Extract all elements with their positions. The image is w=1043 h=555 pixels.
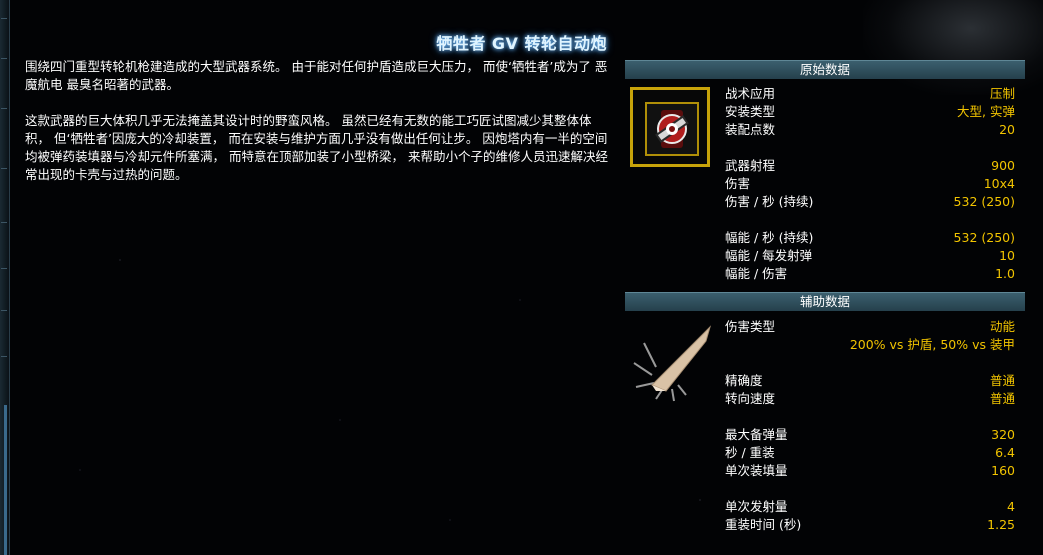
stat-row: 伤害类型 动能 [725, 318, 1015, 336]
stat-value: 10 [999, 248, 1015, 263]
stat-value: 6.4 [995, 445, 1015, 460]
stat-label: 武器射程 [725, 158, 776, 173]
stat-label: 转向速度 [725, 391, 776, 406]
stat-row: 幅能 / 秒 (持续) 532 (250) [725, 229, 1015, 247]
secondary-data-header: 辅助数据 [625, 292, 1025, 311]
stat-row: 装配点数 20 [725, 121, 1015, 139]
stat-value: 大型, 实弹 [957, 104, 1015, 119]
stat-label: 精确度 [725, 373, 763, 388]
stat-label: 最大备弹量 [725, 427, 788, 442]
stat-row: 单次装填量 160 [725, 462, 1015, 480]
stat-value: 532 (250) [953, 230, 1015, 245]
stat-label: 幅能 / 每发射弹 [725, 248, 813, 263]
primary-stats: 战术应用 压制 安装类型 大型, 实弹 装配点数 20 武器射程 900 伤害 10x4 … [725, 85, 1015, 283]
stat-row: 转向速度 普通 [725, 390, 1015, 408]
stat-value: 10x4 [983, 176, 1015, 191]
stat-row: 武器射程 900 [725, 157, 1015, 175]
stat-label: 战术应用 [725, 86, 776, 101]
stat-row: 安装类型 大型, 实弹 [725, 103, 1015, 121]
stat-row: 伤害 10x4 [725, 175, 1015, 193]
primary-data-header: 原始数据 [625, 60, 1025, 79]
stat-label: 秒 / 重装 [725, 445, 775, 460]
stat-value: 532 (250) [953, 194, 1015, 209]
left-scroll-edge [0, 0, 10, 555]
weapon-description: 围绕四门重型转轮机枪建造成的大型武器系统。 由于能对任何护盾造成巨大压力， 而使… [25, 58, 610, 202]
stat-value: 压制 [989, 86, 1015, 101]
turret-weapon-icon [630, 87, 710, 167]
stat-label: 重装时间 (秒) [725, 517, 802, 532]
stat-value: 320 [991, 427, 1015, 442]
stat-row: 单次发射量 4 [725, 498, 1015, 516]
stat-value: 普通 [989, 373, 1015, 388]
stat-value: 1.0 [995, 266, 1015, 281]
stat-label: 幅能 / 秒 (持续) [725, 230, 814, 245]
ship-silhouette-decoration [863, 0, 1043, 95]
damage-type-label: 伤害类型 [725, 319, 776, 334]
stat-value: 1.25 [987, 517, 1015, 532]
stat-value: 4 [1007, 499, 1015, 514]
stat-label: 伤害 [725, 176, 751, 191]
stat-row: 战术应用 压制 [725, 85, 1015, 103]
secondary-stats: 伤害类型 动能 200% vs 护盾, 50% vs 装甲 精确度 普通 转向速度普… [725, 318, 1015, 534]
description-paragraph: 围绕四门重型转轮机枪建造成的大型武器系统。 由于能对任何护盾造成巨大压力， 而使… [25, 59, 608, 92]
damage-type-value: 动能 [989, 319, 1015, 334]
stat-row: 幅能 / 每发射弹 10 [725, 247, 1015, 265]
stat-value: 900 [991, 158, 1015, 173]
stat-row: 200% vs 护盾, 50% vs 装甲 [725, 336, 1015, 354]
stat-row: 精确度 普通 [725, 372, 1015, 390]
stat-row: 幅能 / 伤害 1.0 [725, 265, 1015, 283]
stat-row: 最大备弹量 320 [725, 426, 1015, 444]
stat-row: 重装时间 (秒) 1.25 [725, 516, 1015, 534]
stat-value: 160 [991, 463, 1015, 478]
kinetic-damage-icon [626, 315, 716, 405]
stat-label: 单次发射量 [725, 499, 788, 514]
stat-label: 单次装填量 [725, 463, 788, 478]
stat-label: 幅能 / 伤害 [725, 266, 788, 281]
stat-value: 普通 [989, 391, 1015, 406]
damage-modifier: 200% vs 护盾, 50% vs 装甲 [849, 337, 1015, 352]
stat-label: 安装类型 [725, 104, 776, 119]
stat-row: 伤害 / 秒 (持续) 532 (250) [725, 193, 1015, 211]
stat-label: 装配点数 [725, 122, 776, 137]
description-paragraph: 这款武器的巨大体积几乎无法掩盖其设计时的野蛮风格。 虽然已经有无数的能工巧匠试图… [25, 113, 608, 182]
stat-label: 伤害 / 秒 (持续) [725, 194, 814, 209]
weapon-title: 牺牲者 GV 转轮自动炮 [436, 34, 607, 53]
stat-value: 20 [999, 122, 1015, 137]
stat-row: 秒 / 重装 6.4 [725, 444, 1015, 462]
